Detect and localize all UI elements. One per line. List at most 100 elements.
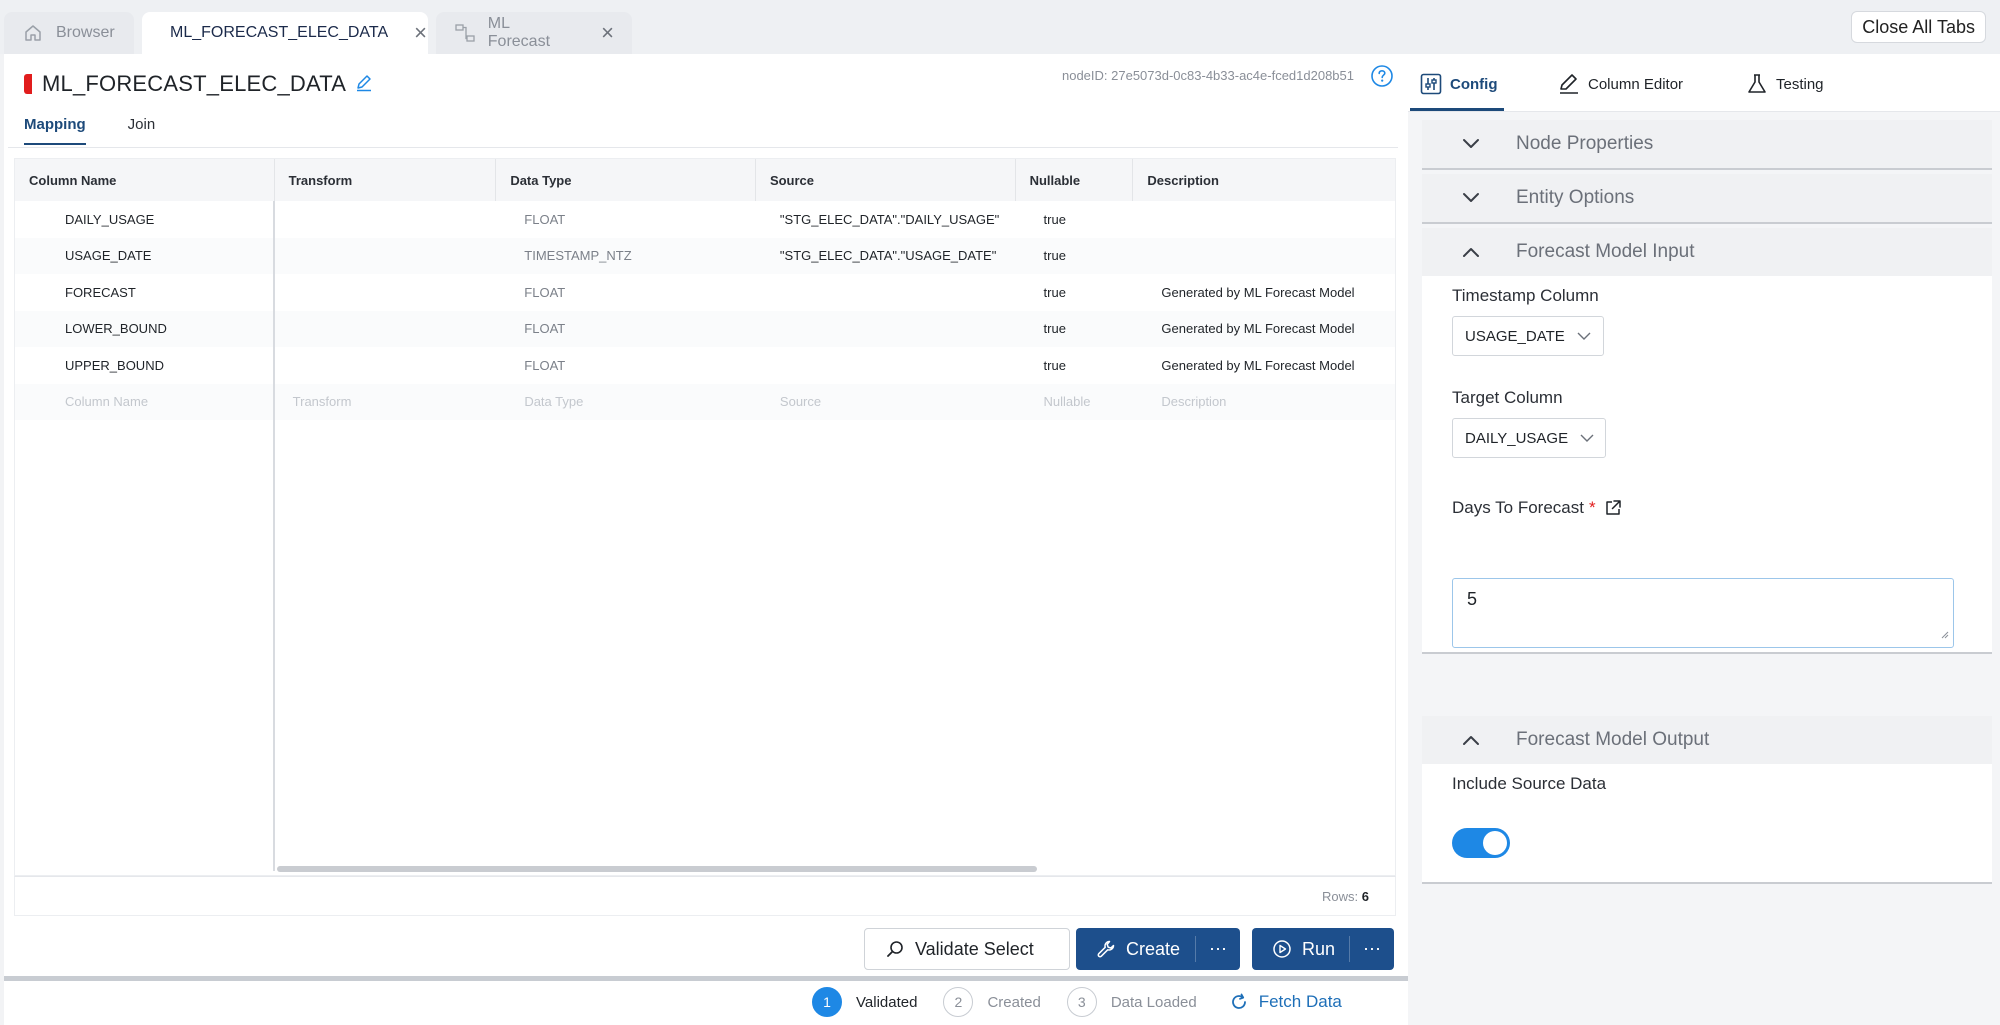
section-entity-options[interactable]: Entity Options bbox=[1422, 174, 1992, 224]
lineage-icon bbox=[454, 22, 476, 44]
cell-source[interactable] bbox=[756, 347, 1016, 384]
table-row[interactable]: USAGE_DATE TIMESTAMP_NTZ "STG_ELEC_DATA"… bbox=[15, 237, 1395, 275]
tab-mapping[interactable]: Mapping bbox=[24, 116, 86, 145]
cell-source[interactable] bbox=[756, 274, 1016, 311]
grid-footer: Rows: 6 bbox=[14, 876, 1396, 916]
external-link-icon[interactable] bbox=[1604, 499, 1622, 517]
close-icon[interactable]: × bbox=[414, 22, 427, 44]
create-button[interactable]: Create ⋯ bbox=[1076, 928, 1240, 970]
section-forecast-model-input[interactable]: Forecast Model Input bbox=[1422, 228, 1992, 276]
create-more-button[interactable]: ⋯ bbox=[1209, 939, 1228, 960]
cell-transform[interactable] bbox=[275, 347, 497, 384]
cell-description[interactable]: Generated by ML Forecast Model bbox=[1133, 347, 1395, 384]
days-to-forecast-label-row: Days To Forecast * bbox=[1452, 498, 1622, 518]
step-label: Data Loaded bbox=[1110, 993, 1197, 1011]
column-resize-handle[interactable] bbox=[273, 201, 275, 871]
cell-nullable[interactable]: true bbox=[1016, 201, 1134, 238]
cell-nullable[interactable]: true bbox=[1016, 238, 1134, 275]
section-forecast-model-output[interactable]: Forecast Model Output bbox=[1422, 716, 1992, 764]
cell-transform[interactable] bbox=[275, 274, 497, 311]
cell-nullable[interactable]: true bbox=[1016, 347, 1134, 384]
cell-column-name[interactable]: LOWER_BOUND bbox=[15, 311, 275, 348]
column-header[interactable]: Source bbox=[756, 159, 1016, 201]
table-row[interactable]: DAILY_USAGE FLOAT "STG_ELEC_DATA"."DAILY… bbox=[15, 201, 1395, 238]
close-icon[interactable]: × bbox=[601, 22, 614, 44]
cell-column-name[interactable]: FORECAST bbox=[15, 274, 275, 311]
run-button[interactable]: Run ⋯ bbox=[1252, 928, 1394, 970]
column-header[interactable]: Description bbox=[1133, 159, 1395, 201]
resize-handle-icon[interactable] bbox=[1939, 623, 1949, 644]
close-all-tabs-button[interactable]: Close All Tabs bbox=[1851, 11, 1986, 43]
step-number: 1 bbox=[812, 987, 842, 1017]
cell-data-type[interactable]: TIMESTAMP_NTZ bbox=[496, 238, 756, 275]
cell-description[interactable]: Generated by ML Forecast Model bbox=[1133, 274, 1395, 311]
tab-ml-forecast[interactable]: ML Forecast × bbox=[436, 12, 632, 54]
cell-source[interactable]: "STG_ELEC_DATA"."DAILY_USAGE" bbox=[756, 201, 1016, 238]
cell-nullable[interactable]: true bbox=[1016, 311, 1134, 348]
node-title-row: ML_FORECAST_ELEC_DATA bbox=[24, 64, 374, 104]
validate-select-button[interactable]: Validate Select bbox=[864, 928, 1070, 970]
tab-ml-forecast-elec-data[interactable]: ML_FORECAST_ELEC_DATA × bbox=[142, 12, 428, 54]
forecast-model-output-body: Include Source Data bbox=[1422, 764, 1992, 884]
panel-resize-bar[interactable] bbox=[4, 976, 1408, 981]
include-source-data-label: Include Source Data bbox=[1452, 774, 1607, 793]
timestamp-column-select[interactable]: USAGE_DATE bbox=[1452, 316, 1604, 356]
new-row-placeholder[interactable]: Column Name Transform Data Type Source N… bbox=[15, 383, 1395, 421]
help-icon[interactable] bbox=[1370, 64, 1394, 93]
tab-column-editor[interactable]: Column Editor bbox=[1558, 66, 1683, 102]
days-to-forecast-input[interactable]: 5 bbox=[1452, 578, 1954, 648]
cell-column-name[interactable]: UPPER_BOUND bbox=[15, 347, 275, 384]
cell-data-type[interactable]: FLOAT bbox=[496, 274, 756, 311]
config-icon bbox=[1420, 73, 1442, 95]
placeholder-column-name[interactable]: Column Name bbox=[15, 384, 275, 421]
tab-join[interactable]: Join bbox=[128, 116, 156, 145]
cell-transform[interactable] bbox=[275, 201, 497, 238]
pencil-icon[interactable] bbox=[354, 72, 374, 97]
flask-icon bbox=[1748, 74, 1766, 93]
placeholder-data-type[interactable]: Data Type bbox=[496, 384, 756, 421]
home-icon bbox=[22, 22, 44, 44]
cell-description[interactable] bbox=[1133, 201, 1395, 238]
tab-testing[interactable]: Testing bbox=[1746, 66, 1824, 102]
placeholder-nullable[interactable]: Nullable bbox=[1016, 384, 1134, 421]
cell-source[interactable] bbox=[756, 311, 1016, 348]
section-node-properties[interactable]: Node Properties bbox=[1422, 120, 1992, 170]
column-header[interactable]: Column Name bbox=[15, 159, 275, 201]
section-title: Node Properties bbox=[1516, 133, 1654, 154]
status-bar: 1 Validated 2 Created 3 Data Loaded Fetc… bbox=[812, 985, 1342, 1019]
timestamp-column-label: Timestamp Column bbox=[1452, 286, 1599, 305]
cell-transform[interactable] bbox=[275, 238, 497, 275]
chevron-down-icon bbox=[1462, 192, 1482, 204]
divider bbox=[8, 147, 1398, 148]
toggle-knob bbox=[1483, 831, 1507, 855]
fetch-data-button[interactable]: Fetch Data bbox=[1229, 992, 1342, 1012]
table-row[interactable]: UPPER_BOUND FLOAT true Generated by ML F… bbox=[15, 347, 1395, 384]
cell-data-type[interactable]: FLOAT bbox=[496, 347, 756, 384]
forecast-model-input-body: Timestamp Column USAGE_DATE Target Colum… bbox=[1422, 276, 1992, 654]
placeholder-description[interactable]: Description bbox=[1133, 384, 1395, 421]
horizontal-scrollbar[interactable] bbox=[277, 866, 1037, 872]
column-header[interactable]: Transform bbox=[275, 159, 497, 201]
tab-browser[interactable]: Browser bbox=[4, 12, 134, 54]
step-validated: 1 Validated bbox=[812, 987, 917, 1017]
table-row[interactable]: FORECAST FLOAT true Generated by ML Fore… bbox=[15, 274, 1395, 311]
table-row[interactable]: LOWER_BOUND FLOAT true Generated by ML F… bbox=[15, 310, 1395, 348]
cell-nullable[interactable]: true bbox=[1016, 274, 1134, 311]
placeholder-source[interactable]: Source bbox=[756, 384, 1016, 421]
target-column-select[interactable]: DAILY_USAGE bbox=[1452, 418, 1606, 458]
placeholder-transform[interactable]: Transform bbox=[275, 384, 497, 421]
column-header[interactable]: Nullable bbox=[1016, 159, 1134, 201]
cell-source[interactable]: "STG_ELEC_DATA"."USAGE_DATE" bbox=[756, 238, 1016, 275]
cell-description[interactable]: Generated by ML Forecast Model bbox=[1133, 311, 1395, 348]
cell-column-name[interactable]: DAILY_USAGE bbox=[15, 201, 275, 238]
cell-description[interactable] bbox=[1133, 238, 1395, 275]
column-header[interactable]: Data Type bbox=[496, 159, 756, 201]
include-source-data-toggle[interactable] bbox=[1452, 828, 1510, 858]
cell-data-type[interactable]: FLOAT bbox=[496, 311, 756, 348]
cell-column-name[interactable]: USAGE_DATE bbox=[15, 238, 275, 275]
cell-transform[interactable] bbox=[275, 311, 497, 348]
tab-config[interactable]: Config bbox=[1420, 66, 1497, 102]
run-more-button[interactable]: ⋯ bbox=[1363, 939, 1382, 960]
step-number: 3 bbox=[1066, 987, 1097, 1017]
cell-data-type[interactable]: FLOAT bbox=[496, 201, 756, 238]
